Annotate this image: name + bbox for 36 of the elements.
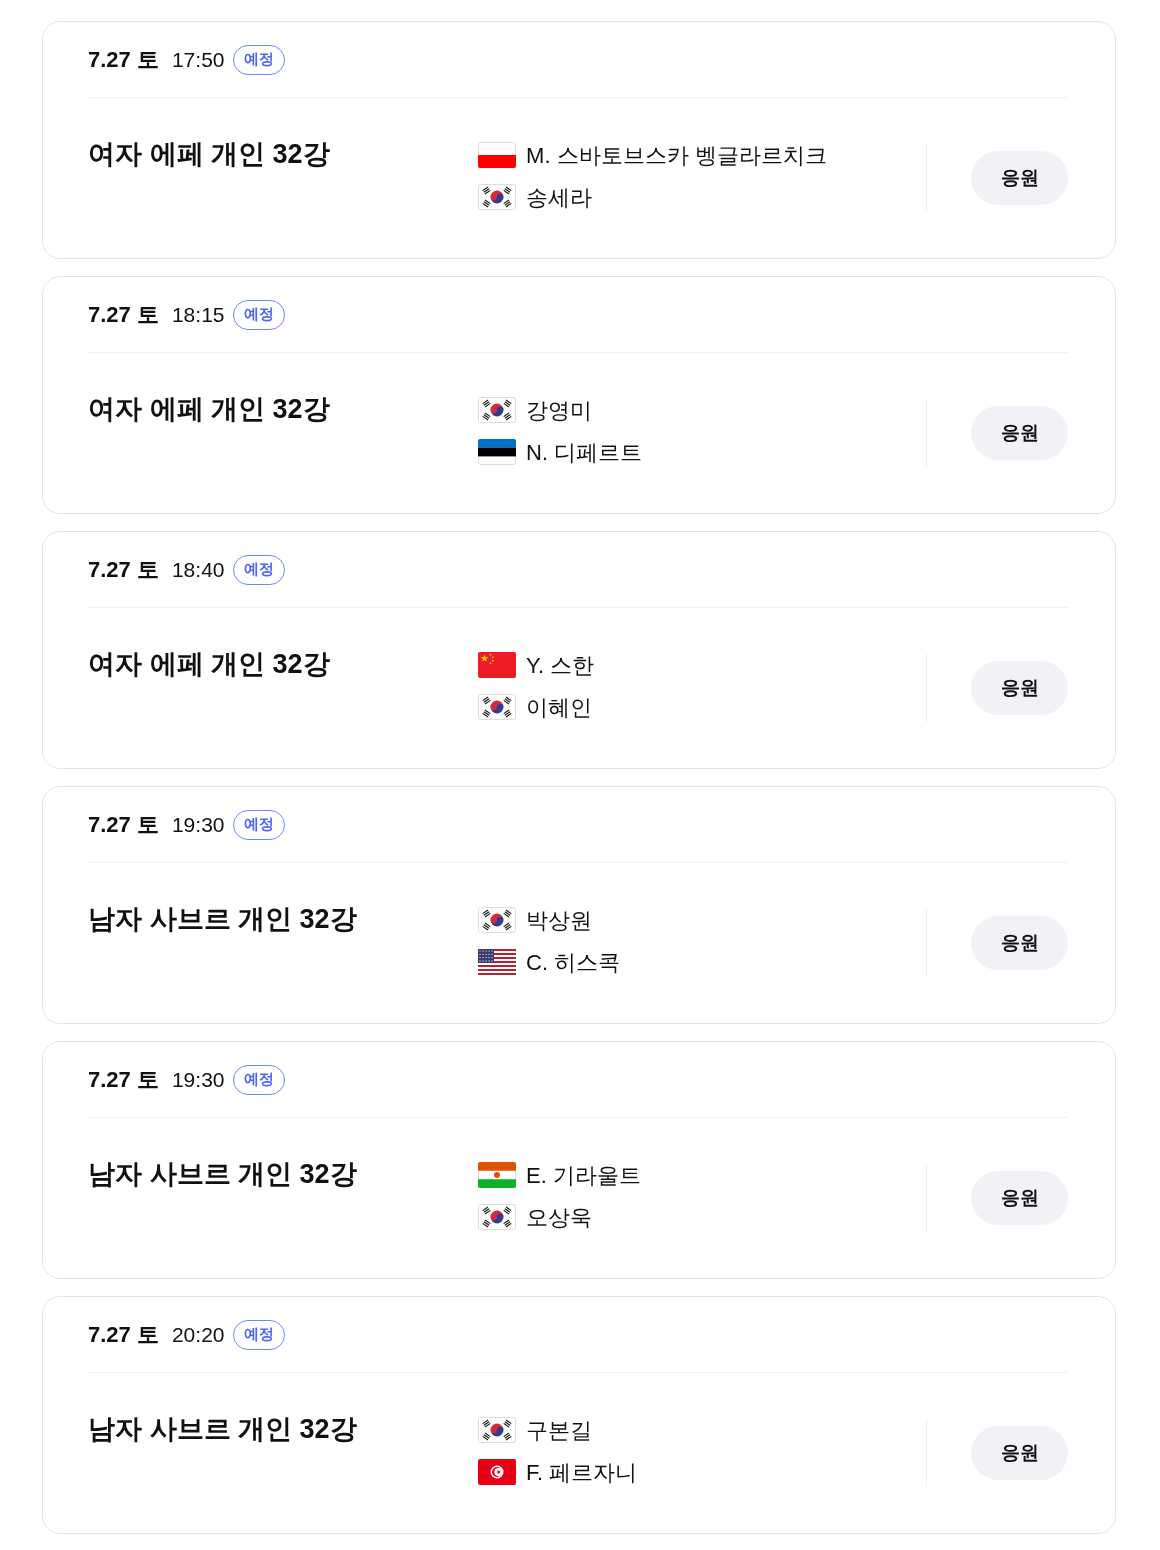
player-name: 강영미: [526, 396, 593, 425]
time-text: 18:40: [171, 556, 225, 583]
date-text: 7.27 토: [88, 811, 159, 839]
date-text: 7.27 토: [88, 46, 159, 74]
event-title: 남자 사브르 개인 32강: [88, 1159, 357, 1189]
cheer-button[interactable]: 응원: [971, 406, 1068, 460]
time-text: 19:30: [171, 1066, 225, 1093]
player-name: E. 기라울트: [526, 1161, 641, 1190]
cheer-button[interactable]: 응원: [971, 151, 1068, 205]
cheer-button[interactable]: 응원: [971, 661, 1068, 715]
date-text: 7.27 토: [88, 556, 159, 584]
event-title: 여자 에페 개인 32강: [88, 139, 330, 169]
event-title: 남자 사브르 개인 32강: [88, 904, 357, 934]
cheer-button[interactable]: 응원: [971, 1426, 1068, 1480]
player-name: 박상원: [526, 906, 593, 935]
player-name: C. 히스콕: [526, 948, 621, 977]
event-title: 남자 사브르 개인 32강: [88, 1414, 357, 1444]
date-text: 7.27 토: [88, 301, 159, 329]
cheer-button[interactable]: 응원: [971, 1171, 1068, 1225]
time-text: 18:15: [171, 301, 225, 328]
player-name: 오상욱: [526, 1203, 593, 1232]
player-name: M. 스바토브스카 벵글라르치크: [526, 141, 827, 170]
cheer-button[interactable]: 응원: [971, 916, 1068, 970]
player-name: 송세라: [526, 183, 593, 212]
date-text: 7.27 토: [88, 1066, 159, 1094]
player-name: 구본길: [526, 1416, 593, 1445]
player-name: 이혜인: [526, 693, 593, 722]
date-text: 7.27 토: [88, 1321, 159, 1349]
time-text: 19:30: [171, 811, 225, 838]
player-name: N. 디페르트: [526, 438, 643, 467]
player-name: F. 페르자니: [526, 1458, 638, 1487]
event-title: 여자 에페 개인 32강: [88, 394, 330, 424]
time-text: 20:20: [171, 1321, 225, 1348]
time-text: 17:50: [171, 46, 225, 73]
player-name: Y. 스한: [526, 651, 595, 680]
event-title: 여자 에페 개인 32강: [88, 649, 330, 679]
